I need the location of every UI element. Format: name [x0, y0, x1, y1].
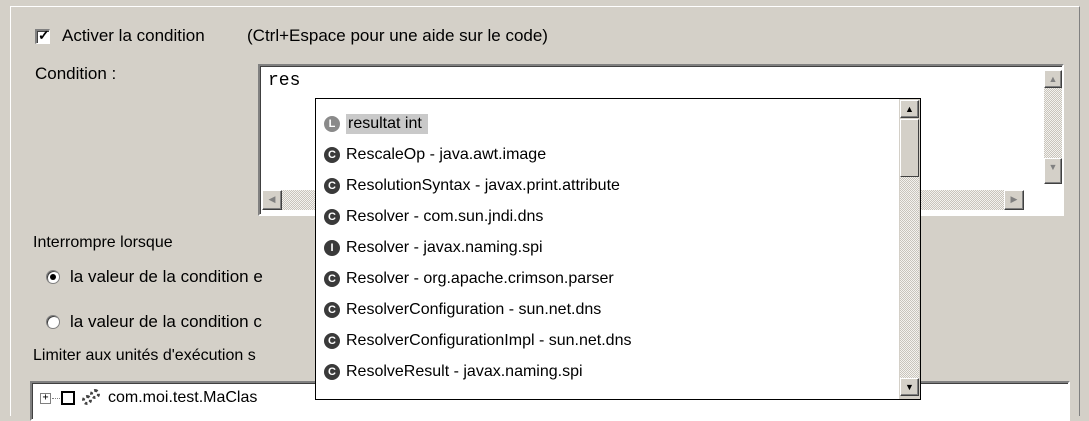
completion-item-label: ResolutionSyntax - javax.print.attribute: [346, 177, 620, 194]
arrow-left-icon: ◀: [268, 194, 276, 204]
completion-item[interactable]: I Resolver - javax.naming.spi: [324, 233, 543, 263]
completion-scroll-up-button[interactable]: ▲: [900, 100, 919, 118]
thread-gears-icon: [80, 389, 102, 407]
editor-scroll-left-button[interactable]: ◀: [262, 190, 282, 210]
editor-vertical-scrollbar[interactable]: [1044, 88, 1062, 158]
class-icon: C: [324, 364, 340, 380]
condition-true-label: la valeur de la condition e: [70, 267, 263, 286]
completion-item[interactable]: C ResolveResult - javax.naming.spi: [324, 357, 583, 387]
condition-label: Condition :: [35, 64, 117, 83]
expand-icon[interactable]: +: [40, 392, 51, 404]
completion-item-label: ResolverConfigurationImpl - sun.net.dns: [346, 332, 632, 349]
completion-scroll-thumb[interactable]: [900, 119, 919, 177]
class-icon: C: [324, 333, 340, 349]
completion-item[interactable]: C ResolutionSyntax - javax.print.attribu…: [324, 171, 620, 201]
completion-item-label: ResolveResult - javax.naming.spi: [346, 363, 583, 380]
class-icon: C: [324, 147, 340, 163]
completion-item[interactable]: C Resolver - com.sun.jndi.dns: [324, 202, 543, 232]
completion-item-label: Resolver - com.sun.jndi.dns: [346, 208, 544, 225]
condition-changes-radio[interactable]: [46, 315, 60, 329]
completion-scrollbar[interactable]: ▲ ▼: [899, 99, 920, 399]
completion-item[interactable]: C Resolver - org.apache.crimson.parser: [324, 264, 614, 294]
tree-row-checkbox[interactable]: [61, 391, 75, 405]
arrow-right-icon: ▶: [1010, 194, 1018, 204]
tree-row[interactable]: + com.moi.test.MaClas: [40, 389, 257, 407]
completion-item-label: resultat int: [346, 114, 428, 134]
completion-item[interactable]: C ResolverConfiguration - sun.net.dns: [324, 295, 601, 325]
enable-condition-label: Activer la condition: [62, 26, 205, 45]
arrow-down-icon: ▼: [1048, 162, 1058, 172]
editor-scroll-down-button[interactable]: ▼: [1044, 158, 1062, 184]
condition-code-text[interactable]: res: [268, 71, 300, 91]
condition-changes-label: la valeur de la condition c: [70, 312, 262, 331]
code-assist-hint: (Ctrl+Espace pour une aide sur le code): [247, 26, 548, 45]
class-icon: C: [324, 209, 340, 225]
completion-item-label: Resolver - javax.naming.spi: [346, 239, 543, 256]
editor-scroll-up-button[interactable]: ▲: [1044, 70, 1062, 88]
completion-item-label: RescaleOp - java.awt.image: [346, 146, 547, 163]
radio-selected-dot-icon: [50, 274, 56, 280]
enable-condition-checkbox[interactable]: ✓: [35, 27, 50, 44]
class-icon: C: [324, 302, 340, 318]
arrow-down-icon: ▼: [905, 382, 914, 392]
editor-scroll-right-button[interactable]: ▶: [1004, 190, 1024, 210]
completion-item-label: ResolverConfiguration - sun.net.dns: [346, 301, 602, 318]
interface-icon: I: [324, 240, 340, 256]
class-icon: C: [324, 178, 340, 194]
completion-item[interactable]: C ResolverConfigurationImpl - sun.net.dn…: [324, 326, 631, 356]
arrow-up-icon: ▲: [1048, 74, 1058, 84]
tree-connector: [52, 397, 60, 399]
tree-row-label: com.moi.test.MaClas: [108, 389, 258, 406]
condition-true-radio[interactable]: [46, 270, 60, 284]
completion-scroll-down-button[interactable]: ▼: [900, 378, 919, 396]
arrow-up-icon: ▲: [905, 104, 914, 114]
completion-item[interactable]: L resultat int: [324, 109, 428, 139]
local-variable-icon: L: [324, 116, 340, 132]
thread-limit-label: Limiter aux unités d'exécution s: [33, 347, 256, 364]
suspend-when-label: Interrompre lorsque: [33, 234, 173, 251]
class-icon: C: [324, 271, 340, 287]
checkmark-icon: ✓: [38, 27, 50, 43]
completion-item-label: Resolver - org.apache.crimson.parser: [346, 270, 614, 287]
completion-item[interactable]: C RescaleOp - java.awt.image: [324, 140, 546, 170]
code-completion-popup[interactable]: L resultat int C RescaleOp - java.awt.im…: [315, 98, 921, 400]
